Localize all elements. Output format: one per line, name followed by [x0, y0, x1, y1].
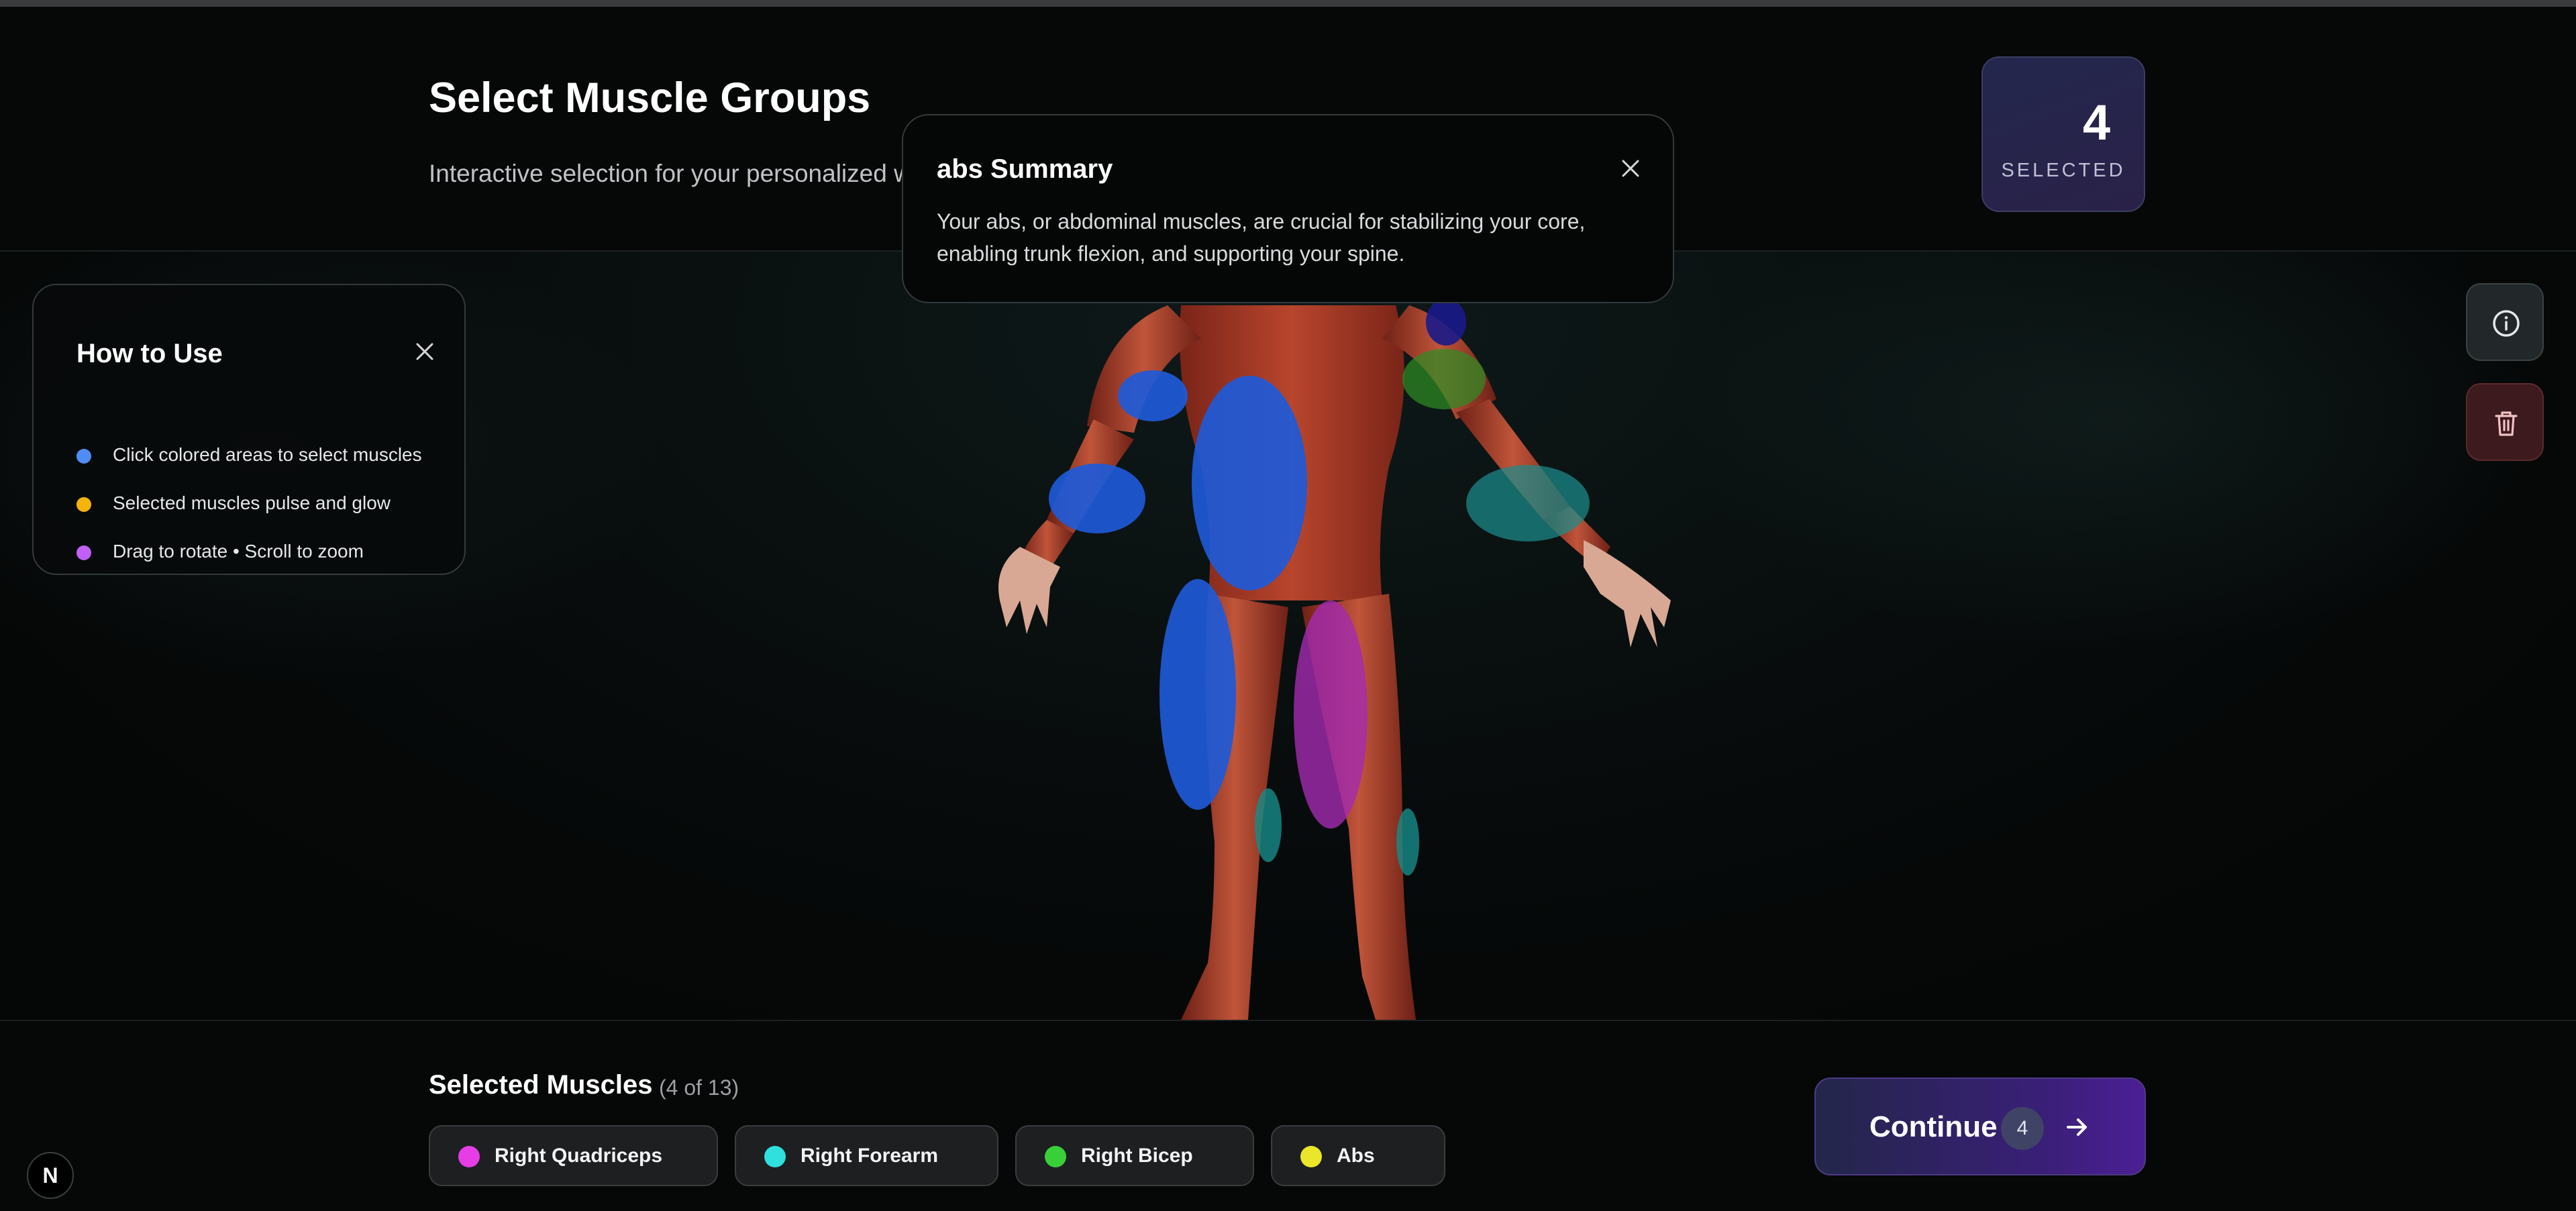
- chip-color-dot: [1045, 1146, 1066, 1167]
- how-to-item: Click colored areas to select muscles: [76, 444, 422, 466]
- bullet-dot: [76, 448, 91, 464]
- summary-body: Your abs, or abdominal muscles, are cruc…: [937, 209, 1586, 266]
- chip-label: Abs: [1337, 1145, 1375, 1167]
- muscle-chip[interactable]: Abs: [1271, 1125, 1445, 1186]
- chip-label: Right Forearm: [801, 1145, 939, 1167]
- marker-left-calf-teal[interactable]: [1255, 788, 1282, 862]
- selected-count-number: 4: [2082, 95, 2110, 150]
- marker-right-shoulder-blue[interactable]: [1118, 370, 1188, 421]
- how-to-item: Selected muscles pulse and glow: [76, 492, 391, 514]
- selected-muscles-count: (4 of 13): [659, 1075, 739, 1100]
- dev-tools-badge[interactable]: N: [27, 1152, 74, 1199]
- trash-icon: [2495, 411, 2518, 436]
- chip-label: Right Bicep: [1081, 1145, 1193, 1167]
- info-button[interactable]: [2466, 283, 2544, 361]
- continue-count-badge: 4: [2001, 1107, 2044, 1150]
- close-icon[interactable]: [413, 340, 436, 363]
- continue-button[interactable]: Continue 4: [1814, 1077, 2146, 1175]
- marker-left-bicep-blue[interactable]: [1049, 464, 1145, 533]
- continue-label: Continue: [1869, 1110, 1998, 1143]
- arrow-right-icon: [2067, 1118, 2087, 1136]
- chip-color-dot: [458, 1146, 480, 1167]
- page-title: Select Muscle Groups: [429, 74, 871, 121]
- marker-shoulder-navy[interactable]: [1426, 299, 1466, 346]
- marker-right-bicep-green[interactable]: [1402, 349, 1486, 409]
- how-to-use-title: How to Use: [76, 339, 223, 368]
- close-icon[interactable]: [1619, 157, 1642, 180]
- clear-selection-button[interactable]: [2466, 383, 2544, 461]
- how-to-item: Drag to rotate • Scroll to zoom: [76, 541, 364, 562]
- chip-color-dot: [1300, 1146, 1322, 1167]
- marker-right-forearm-teal[interactable]: [1466, 465, 1590, 541]
- marker-chest-blue[interactable]: [1192, 376, 1307, 590]
- bullet-dot: [76, 496, 91, 512]
- chip-label: Right Quadriceps: [495, 1145, 663, 1167]
- right-hand: [1584, 540, 1671, 647]
- muscle-chip[interactable]: Right Forearm: [735, 1125, 998, 1186]
- marker-left-quadriceps-blue[interactable]: [1160, 579, 1236, 810]
- window-top-bar: [0, 0, 2576, 7]
- bullet-dot: [76, 545, 91, 560]
- marker-right-quadriceps-magenta[interactable]: [1294, 600, 1368, 829]
- selected-muscles-title: Selected Muscles: [429, 1070, 653, 1100]
- summary-title: abs Summary: [937, 154, 1113, 184]
- chip-color-dot: [764, 1146, 786, 1167]
- selected-count-label: SELECTED: [2001, 160, 2126, 181]
- muscle-chip[interactable]: Right Bicep: [1015, 1125, 1254, 1186]
- selected-count-card: 4 SELECTED: [1981, 56, 2145, 212]
- muscle-chip[interactable]: Right Quadriceps: [429, 1125, 718, 1186]
- marker-right-calf-teal[interactable]: [1396, 808, 1419, 876]
- how-to-use-panel: How to Use Click colored areas to select…: [32, 284, 466, 575]
- page-subtitle: Interactive selection for your personali…: [429, 160, 981, 187]
- selected-muscles-footer: Selected Muscles (4 of 13) Right Quadric…: [0, 1020, 2576, 1211]
- muscle-summary-popup: abs Summary Your abs, or abdominal muscl…: [902, 114, 1674, 303]
- info-circle-icon: [2493, 310, 2520, 337]
